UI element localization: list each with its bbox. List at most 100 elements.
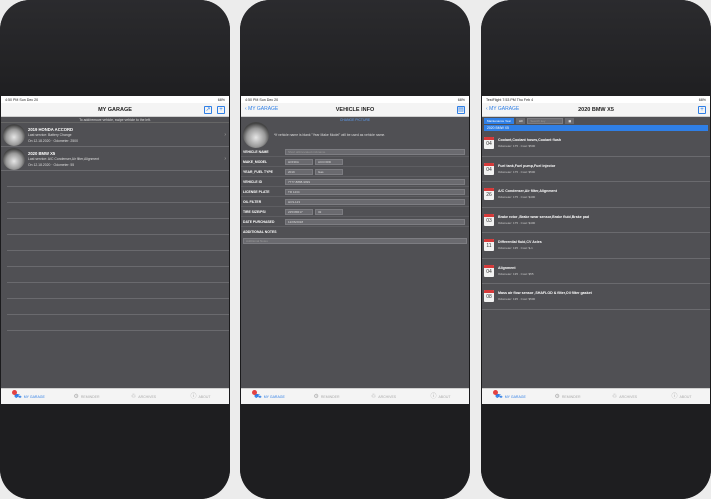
- event-title: Coolant,Coolant hoses,Coolant flush: [498, 138, 562, 143]
- empty-row: [7, 315, 229, 331]
- service-event[interactable]: 04 Alignment Odometer: 135 · Cost: $55: [482, 259, 710, 284]
- status-battery: 68%: [217, 97, 225, 102]
- filter-icon[interactable]: ▦: [565, 118, 575, 124]
- tab-about[interactable]: ⓘ ABOUT: [172, 389, 229, 404]
- year-field[interactable]: 2019: [285, 168, 313, 175]
- vehicle-photo-row: *If vehicle name is blank "Year Make Mod…: [241, 122, 469, 148]
- empty-row: [7, 267, 229, 283]
- event-title: Brake rotor ,Brake wear sensor,Brake flu…: [498, 214, 590, 219]
- add-vehicle-button[interactable]: +: [217, 106, 225, 114]
- vehicle-photo[interactable]: [243, 122, 269, 148]
- event-details: Odometer: 175 · Cost: $400: [498, 220, 536, 225]
- tab-about[interactable]: ⓘ ABOUT: [653, 389, 710, 404]
- tab-reminder[interactable]: ⚙ REMINDER: [58, 389, 115, 404]
- fuel-type-field[interactable]: Gas: [315, 168, 343, 175]
- vehicle-thumbnail: [3, 147, 25, 170]
- vehicle-row[interactable]: 2019 HONDA ACCORD Last service: Battery …: [1, 123, 229, 147]
- make-model-row: MAKE_MODEL HONDA ACCORD: [241, 157, 469, 167]
- vehicle-last-service: Last service: Battery Change: [28, 133, 72, 137]
- date-purchased-row: DATE PURCHASED 12/06/2018: [241, 217, 469, 227]
- empty-row: [7, 203, 229, 219]
- vehicle-name-note: *If vehicle name is blank "Year Make Mod…: [274, 133, 386, 137]
- empty-row: [7, 187, 229, 203]
- notification-badge: [12, 390, 17, 395]
- calendar-icon: 03: [484, 213, 494, 226]
- service-event[interactable]: 11 Differential fluid,CV Axles Odometer: …: [482, 233, 710, 259]
- empty-row: [7, 283, 229, 299]
- add-record-button[interactable]: +: [698, 106, 706, 114]
- archives-icon: ♲: [130, 393, 137, 400]
- status-bar: TestFlight 7:53 PM Thu Feb 4 68%: [482, 96, 710, 103]
- service-event[interactable]: 03 Brake rotor ,Brake wear sensor,Brake …: [482, 208, 710, 233]
- tire-psi-field[interactable]: 32: [315, 208, 343, 215]
- tab-bar: ⛟ MY GARAGE ⚙ REMINDER ♲ ARCHIVES ⓘ ABOUT: [241, 388, 469, 404]
- segment-maintenance-year[interactable]: Maintenance Year: [484, 118, 515, 124]
- vehicle-id-field[interactable]: 7777-8888-9999: [285, 178, 465, 185]
- status-time: 4:50 PM Sun Dec 20: [5, 97, 39, 102]
- model-field[interactable]: ACCORD: [315, 158, 343, 165]
- additional-notes-field[interactable]: Additional Notes: [243, 238, 467, 244]
- oil-filter-field[interactable]: HC9-123: [285, 198, 465, 205]
- tab-my-garage[interactable]: ⛟ MY GARAGE: [241, 389, 298, 404]
- tab-my-garage[interactable]: ⛟ MY GARAGE: [1, 389, 58, 404]
- service-event[interactable]: 26 A/C Condenser,Air filter,Alignment Odo…: [482, 182, 710, 208]
- vehicle-id-row: VEHICLE ID 7777-8888-9999: [241, 177, 469, 187]
- tab-archives[interactable]: ♲ ARCHIVES: [115, 389, 172, 404]
- status-time: TestFlight 7:53 PM Thu Feb 4: [486, 97, 534, 102]
- make-field[interactable]: HONDA: [285, 158, 313, 165]
- back-button[interactable]: ‹ MY GARAGE: [486, 106, 519, 112]
- calendar-icon: 04: [484, 264, 494, 277]
- filter-bar: Maintenance Year All Search key ▦: [482, 117, 710, 125]
- save-icon[interactable]: ▤: [457, 106, 465, 114]
- nav-bar: MY GARAGE ↗ +: [1, 103, 229, 117]
- event-details: Odometer: 135 · Cost: $500: [498, 297, 536, 302]
- service-event[interactable]: 04 Coolant,Coolant hoses,Coolant flush Od…: [482, 131, 710, 157]
- notification-badge: [493, 390, 498, 395]
- tab-about[interactable]: ⓘ ABOUT: [412, 389, 469, 404]
- vehicle-row[interactable]: 2020 BMW X5 Last service: A/C Condenser,…: [1, 147, 229, 171]
- vehicle-last-service: Last service: A/C Condenser,Air filter,A…: [28, 157, 100, 161]
- reminder-icon: ⚙: [313, 393, 319, 400]
- license-plate-row: LICENSE PLATE TR 1234: [241, 187, 469, 197]
- status-battery: 68%: [457, 97, 465, 102]
- license-plate-field[interactable]: TR 1234: [285, 188, 465, 195]
- wallpaper-bottom: [240, 404, 470, 499]
- oil-filter-row: OIL FILTER HC9-123: [241, 197, 469, 207]
- tab-my-garage[interactable]: ⛟ MY GARAGE: [482, 389, 539, 404]
- calendar-icon: 11: [484, 239, 494, 252]
- event-title: Mass air flow sensor ,SHAFLOD & filter,O…: [498, 291, 592, 296]
- event-details: Odometer: 175 · Cost: $500: [498, 144, 536, 149]
- event-title: Fuel tank,Fuel pump,Fuel injector: [498, 163, 556, 168]
- empty-row: [7, 171, 229, 187]
- tire-size-field[interactable]: 225/45R17: [285, 208, 313, 215]
- tab-archives[interactable]: ♲ ARCHIVES: [596, 389, 653, 404]
- empty-row: [7, 235, 229, 251]
- segment-all[interactable]: All: [516, 118, 526, 124]
- date-purchased-field[interactable]: 12/06/2018: [285, 218, 465, 225]
- vehicle-name: 2020 BMW X5: [28, 150, 56, 156]
- wallpaper-top: [481, 0, 711, 96]
- notification-badge: [252, 390, 257, 395]
- empty-row: [7, 299, 229, 315]
- info-icon: ⓘ: [430, 393, 437, 400]
- calendar-icon: 26: [484, 188, 494, 201]
- reminder-icon: ⚙: [73, 393, 79, 400]
- my-garage-screen: 4:50 PM Sun Dec 20 68% MY GARAGE ↗ + To …: [1, 96, 229, 404]
- tab-reminder[interactable]: ⚙ REMINDER: [298, 389, 355, 404]
- service-event[interactable]: 04 Fuel tank,Fuel pump,Fuel injector Odom…: [482, 157, 710, 182]
- wallpaper-top: [240, 0, 470, 96]
- vehicle-service-date: On 12.18.2020 · Odometer: 2500: [28, 138, 78, 143]
- tab-reminder[interactable]: ⚙ REMINDER: [539, 389, 596, 404]
- edit-icon[interactable]: ↗: [204, 106, 212, 114]
- empty-row: [7, 251, 229, 267]
- search-input[interactable]: Search key: [527, 118, 564, 124]
- chevron-right-icon: ›: [224, 156, 226, 162]
- vehicle-name-field[interactable]: Short abbreviated nickname: [285, 148, 465, 155]
- info-icon: ⓘ: [190, 393, 197, 400]
- archives-icon: ♲: [611, 393, 618, 400]
- back-button[interactable]: ‹ MY GARAGE: [245, 106, 278, 112]
- tab-archives[interactable]: ♲ ARCHIVES: [355, 389, 412, 404]
- event-title: A/C Condenser,Air filter,Alignment: [498, 189, 557, 194]
- service-event[interactable]: 08 Mass air flow sensor ,SHAFLOD & filte…: [482, 284, 710, 310]
- chevron-right-icon: ›: [224, 132, 226, 138]
